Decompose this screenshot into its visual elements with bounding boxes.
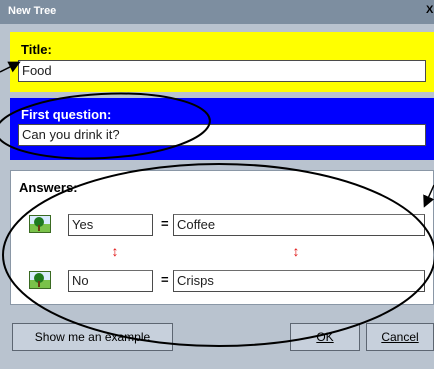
show-example-button[interactable]: Show me an example bbox=[12, 323, 173, 351]
swap-answers-icon[interactable]: ↕ bbox=[110, 243, 120, 259]
cancel-button[interactable]: Cancel bbox=[366, 323, 434, 351]
answer-yes-input[interactable]: Yes bbox=[68, 214, 153, 236]
equals-sign: = bbox=[161, 216, 169, 231]
close-button[interactable]: X bbox=[426, 4, 434, 18]
ok-label: OK bbox=[316, 330, 334, 344]
first-question-label: First question: bbox=[21, 107, 112, 122]
swap-results-icon[interactable]: ↕ bbox=[291, 243, 301, 259]
new-tree-dialog: New Tree X Title: Food First question: C… bbox=[0, 0, 434, 369]
first-question-input[interactable]: Can you drink it? bbox=[18, 124, 426, 146]
equals-sign: = bbox=[161, 272, 169, 287]
title-panel: Title: Food bbox=[10, 32, 434, 92]
window-title: New Tree bbox=[8, 5, 57, 17]
tree-picture-icon[interactable] bbox=[29, 271, 51, 289]
ok-button[interactable]: OK bbox=[290, 323, 360, 351]
cancel-label: Cancel bbox=[381, 330, 419, 344]
title-label: Title: bbox=[21, 42, 52, 57]
tree-picture-icon[interactable] bbox=[29, 215, 51, 233]
title-input[interactable]: Food bbox=[18, 60, 426, 82]
result-crisps-input[interactable]: Crisps bbox=[173, 270, 425, 292]
answers-label: Answers: bbox=[19, 180, 78, 195]
window-titlebar[interactable]: New Tree X bbox=[0, 0, 434, 24]
first-question-panel: First question: Can you drink it? bbox=[10, 98, 434, 160]
answers-panel: Answers: Yes = Coffee ↕ ↕ No = Crisps bbox=[10, 170, 434, 305]
answer-no-input[interactable]: No bbox=[68, 270, 153, 292]
result-coffee-input[interactable]: Coffee bbox=[173, 214, 425, 236]
